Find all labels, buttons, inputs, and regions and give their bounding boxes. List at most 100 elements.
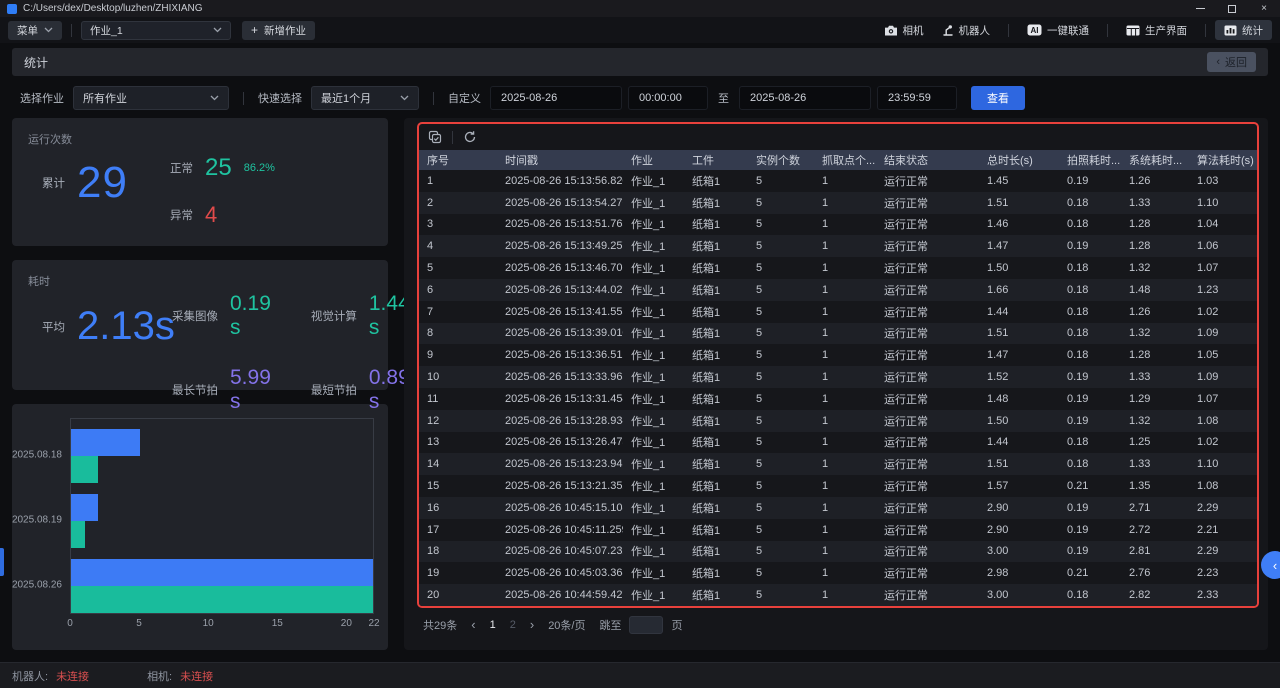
table-cell: 2025-08-26 10:45:15.108	[497, 497, 623, 519]
table-cell: 0.19	[1059, 388, 1121, 410]
add-job-label: 新增作业	[264, 23, 306, 38]
table-row[interactable]: 152025-08-26 15:13:21.352作业_1纸箱151运行正常1.…	[419, 475, 1257, 497]
normal-runs-label: 正常	[170, 160, 193, 176]
time-stat-label: 最长节拍	[172, 382, 218, 398]
tool-button-production-grid[interactable]: 生产界面	[1117, 20, 1196, 40]
page-number-2[interactable]: 2	[510, 619, 516, 631]
back-button[interactable]: ‹ 返回	[1207, 52, 1256, 72]
menu-button[interactable]: 菜单	[8, 21, 62, 40]
maximize-button[interactable]	[1216, 0, 1248, 17]
table-cell: 6	[419, 279, 497, 301]
quick-select[interactable]: 最近1个月	[311, 86, 419, 110]
jump-page-input[interactable]	[629, 616, 663, 634]
table-cell: 2.71	[1121, 497, 1189, 519]
table-row[interactable]: 82025-08-26 15:13:39.010作业_1纸箱151运行正常1.5…	[419, 323, 1257, 345]
table-row[interactable]: 142025-08-26 15:13:23.941作业_1纸箱151运行正常1.…	[419, 453, 1257, 475]
table-cell: 5	[748, 344, 814, 366]
table-cell: 纸箱1	[684, 584, 748, 606]
table-cell: 5	[748, 497, 814, 519]
bar-总次数-2025.08.18	[71, 429, 140, 456]
table-row[interactable]: 202025-08-26 10:44:59.427作业_1纸箱151运行正常3.…	[419, 584, 1257, 606]
job-filter-label: 选择作业	[20, 90, 64, 106]
tool-button-label: 机器人	[959, 23, 991, 38]
start-time-input[interactable]: 00:00:00	[628, 86, 708, 110]
table-row[interactable]: 102025-08-26 15:13:33.963作业_1纸箱151运行正常1.…	[419, 366, 1257, 388]
menu-button-label: 菜单	[17, 23, 38, 38]
end-time-input[interactable]: 23:59:59	[877, 86, 957, 110]
table-cell: 9	[419, 344, 497, 366]
table-cell: 作业_1	[623, 344, 684, 366]
table-cell: 16	[419, 497, 497, 519]
end-date-input[interactable]: 2025-08-26	[739, 86, 871, 110]
chart-category-label: 2025.08.19	[12, 515, 62, 526]
table-row[interactable]: 32025-08-26 15:13:51.763作业_1纸箱151运行正常1.4…	[419, 214, 1257, 236]
prev-page-button[interactable]: ‹	[471, 617, 475, 632]
table-cell: 2025-08-26 10:45:03.368	[497, 562, 623, 584]
table-row[interactable]: 122025-08-26 15:13:28.934作业_1纸箱151运行正常1.…	[419, 410, 1257, 432]
refresh-icon[interactable]	[463, 130, 477, 144]
table-cell: 0.18	[1059, 279, 1121, 301]
window-path: C:/Users/dex/Desktop/luzhen/ZHIXIANG	[23, 3, 203, 14]
table-row[interactable]: 132025-08-26 15:13:26.473作业_1纸箱151运行正常1.…	[419, 432, 1257, 454]
table-row[interactable]: 12025-08-26 15:13:56.820作业_1纸箱151运行正常1.4…	[419, 170, 1257, 192]
table-cell: 2025-08-26 15:13:56.820	[497, 170, 623, 192]
table-cell: 5	[748, 170, 814, 192]
view-button[interactable]: 查看	[971, 86, 1025, 110]
tool-button-robot[interactable]: 机器人	[933, 20, 1000, 40]
table-cell: 2.21	[1189, 519, 1257, 541]
per-page-select[interactable]: 20条/页	[548, 617, 585, 633]
table-cell: 5	[748, 257, 814, 279]
table-cell: 作业_1	[623, 366, 684, 388]
table-row[interactable]: 92025-08-26 15:13:36.512作业_1纸箱151运行正常1.4…	[419, 344, 1257, 366]
stats-chart-icon	[1224, 25, 1237, 36]
table-cell: 作业_1	[623, 257, 684, 279]
table-cell: 3.00	[979, 541, 1059, 563]
table-row[interactable]: 112025-08-26 15:13:31.454作业_1纸箱151运行正常1.…	[419, 388, 1257, 410]
total-runs-value: 29	[77, 158, 128, 208]
x-tick-label: 22	[368, 618, 379, 629]
time-stat-item: 最短节拍0.89 s	[311, 366, 410, 414]
left-drawer-handle[interactable]	[0, 548, 4, 576]
normal-runs: 正常 25 86.2%	[170, 154, 275, 182]
custom-range-label: 自定义	[448, 90, 481, 106]
table-row[interactable]: 62025-08-26 15:13:44.027作业_1纸箱151运行正常1.6…	[419, 279, 1257, 301]
table-cell: 作业_1	[623, 170, 684, 192]
table-cell: 8	[419, 323, 497, 345]
table-row[interactable]: 42025-08-26 15:13:49.257作业_1纸箱151运行正常1.4…	[419, 235, 1257, 257]
table-cell: 0.18	[1059, 214, 1121, 236]
table-row[interactable]: 192025-08-26 10:45:03.368作业_1纸箱151运行正常2.…	[419, 562, 1257, 584]
main-content: 运行次数 累计 29 正常 25 86.2% 异常 4 耗时 平均	[12, 118, 1268, 650]
table-cell: 2025-08-26 15:13:33.963	[497, 366, 623, 388]
copy-check-icon[interactable]	[428, 130, 442, 144]
table-cell: 1	[814, 279, 876, 301]
time-card: 耗时 平均 2.13s 采集图像0.19 s视觉计算1.44 s最长节拍5.99…	[12, 260, 388, 390]
start-date-input[interactable]: 2025-08-26	[490, 86, 622, 110]
table-cell: 运行正常	[876, 301, 979, 323]
close-button[interactable]: ×	[1248, 0, 1280, 17]
table-cell: 作业_1	[623, 192, 684, 214]
table-row[interactable]: 182025-08-26 10:45:07.232作业_1纸箱151运行正常3.…	[419, 541, 1257, 563]
table-row[interactable]: 162025-08-26 10:45:15.108作业_1纸箱151运行正常2.…	[419, 497, 1257, 519]
tool-button-label: 生产界面	[1145, 23, 1187, 38]
abnormal-runs-value: 4	[205, 202, 217, 228]
job-filter-select[interactable]: 所有作业	[73, 86, 229, 110]
table-row[interactable]: 72025-08-26 15:13:41.553作业_1纸箱151运行正常1.4…	[419, 301, 1257, 323]
job-select[interactable]: 作业_1	[81, 21, 231, 40]
status-bar: 机器人: 未连接 相机: 未连接	[0, 662, 1280, 688]
tool-button-stats-chart[interactable]: 统计	[1215, 20, 1272, 40]
minimize-button[interactable]	[1184, 0, 1216, 17]
table-row[interactable]: 172025-08-26 10:45:11.259作业_1纸箱151运行正常2.…	[419, 519, 1257, 541]
next-page-button[interactable]: ›	[530, 617, 534, 632]
add-job-button[interactable]: + 新增作业	[242, 21, 315, 40]
table-cell: 1	[419, 170, 497, 192]
table-cell: 1.09	[1189, 366, 1257, 388]
table-row[interactable]: 22025-08-26 15:13:54.276作业_1纸箱151运行正常1.5…	[419, 192, 1257, 214]
tool-button-ai[interactable]: AI一键联通	[1018, 20, 1098, 40]
table-cell: 1	[814, 541, 876, 563]
tool-button-camera[interactable]: 相机	[875, 20, 933, 40]
table-row[interactable]: 52025-08-26 15:13:46.706作业_1纸箱151运行正常1.5…	[419, 257, 1257, 279]
table-cell: 1.33	[1121, 192, 1189, 214]
records-panel: 序号时间戳作业工件实例个数抓取点个...结束状态总时长(s)拍照耗时...系统耗…	[404, 118, 1268, 650]
table-cell: 作业_1	[623, 410, 684, 432]
page-number-1[interactable]: 1	[490, 619, 496, 631]
